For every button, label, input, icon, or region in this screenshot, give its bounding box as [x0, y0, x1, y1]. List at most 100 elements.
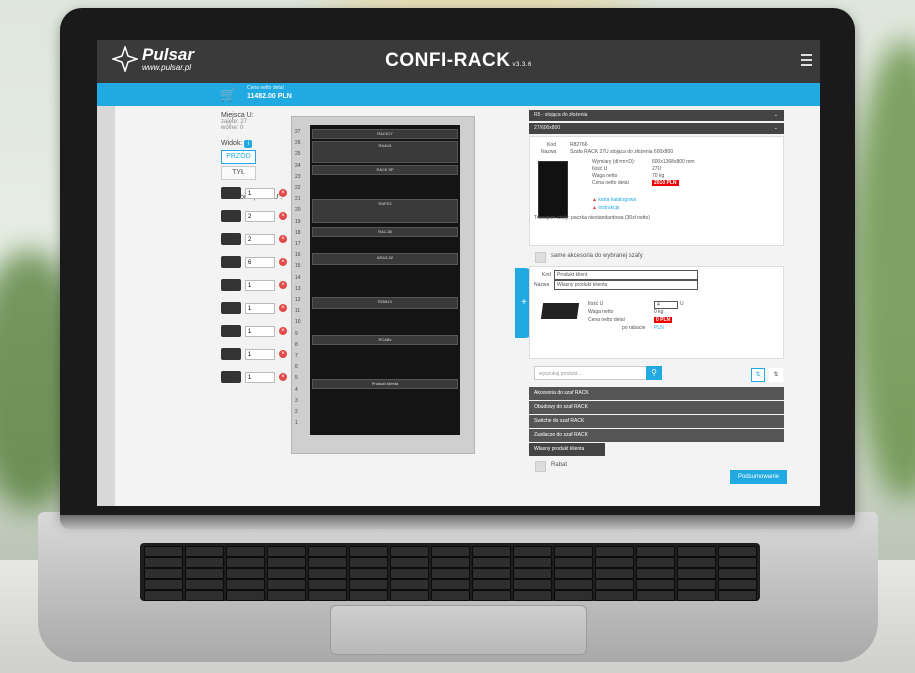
keyboard-key [267, 579, 306, 590]
view-front-button[interactable]: PRZÓD [221, 150, 256, 164]
keyboard-key [595, 557, 634, 568]
remove-icon[interactable]: × [279, 235, 287, 243]
custom-nazwa-label: Nazwa [534, 282, 550, 288]
rack-device[interactable]: R2MUX [312, 297, 458, 309]
sort-desc-button[interactable]: ⇅ [769, 368, 783, 382]
keyboard-key [267, 546, 306, 557]
accessory-qty-input[interactable]: 1 [245, 187, 275, 199]
app-title-text: CONFI-RACK [385, 50, 511, 71]
unit-number: 9 [295, 330, 298, 337]
unit-number: 26 [295, 140, 301, 147]
rack-device[interactable]: RACK 5P [312, 165, 458, 175]
keyboard-key [595, 590, 634, 601]
only-accessories-checkbox[interactable] [535, 252, 546, 263]
keyboard-key [308, 557, 347, 568]
rack-device[interactable]: RCABv [312, 335, 458, 345]
custom-spec-value: 0 PLN [654, 317, 673, 323]
rack-device[interactable]: RA1-38 [312, 227, 458, 237]
rack-device[interactable]: RAPZ3 [312, 199, 458, 223]
view-back-button[interactable]: TYŁ [221, 166, 256, 180]
accessory-qty-input[interactable]: 1 [245, 348, 275, 360]
remove-icon[interactable]: × [279, 212, 287, 220]
keyboard-key [554, 557, 593, 568]
keyboard-key [390, 579, 429, 590]
background-foliage-right [850, 40, 915, 500]
spec-value: 27U [652, 166, 662, 172]
keyboard-key [390, 590, 429, 601]
keyboard-key [431, 590, 470, 601]
custom-kod-input[interactable]: Produkt klient [554, 270, 698, 280]
rack-device[interactable]: Produkt klienta [312, 379, 458, 389]
own-product-tab[interactable]: Własny produkt klienta [529, 443, 605, 456]
keyboard-key [349, 557, 388, 568]
unit-number: 19 [295, 218, 301, 225]
remove-icon[interactable]: × [279, 373, 287, 381]
accessory-qty-input[interactable]: 6 [245, 256, 275, 268]
link-karta-katalogowa[interactable]: ▲ karta katalogowa [592, 197, 636, 203]
accessory-qty-input[interactable]: 1 [245, 302, 275, 314]
keyboard-key [554, 568, 593, 579]
rack-device-label: RACK 5P [376, 167, 394, 172]
unit-number: 13 [295, 285, 301, 292]
link-instrukcja[interactable]: ▲ instrukcja [592, 205, 619, 211]
unit-number: 23 [295, 173, 301, 180]
category-item[interactable]: Akcesoria do szaf RACK [529, 387, 784, 400]
remove-icon[interactable]: × [279, 258, 287, 266]
keyboard-key [718, 579, 757, 590]
hamburger-menu-icon[interactable] [801, 54, 812, 69]
chevron-down-icon: ⌄ [773, 112, 778, 118]
keyboard-key [595, 579, 634, 590]
remove-icon[interactable]: × [279, 189, 287, 197]
remove-icon[interactable]: × [279, 281, 287, 289]
search-icon[interactable]: ⚲ [646, 366, 662, 380]
keyboard-key [349, 590, 388, 601]
summary-button[interactable]: Podsumowanie [730, 470, 787, 484]
keyboard-key [677, 546, 716, 557]
accessory-qty-input[interactable]: 2 [245, 233, 275, 245]
accessory-qty-input[interactable]: 1 [245, 371, 275, 383]
unit-number: 2 [295, 409, 298, 415]
custom-spec-label: Ilość U [588, 301, 604, 307]
custom-nazwa-input[interactable]: Własny produkt klienta [554, 280, 698, 290]
custom-kod-label: Kod [542, 272, 551, 278]
keyboard-key [308, 590, 347, 601]
rack-device[interactable]: RA4U5 [312, 141, 458, 163]
keyboard-key [431, 568, 470, 579]
rack-device-label: RACK27 [377, 131, 393, 136]
view-label: Widok: [221, 140, 243, 147]
remove-icon[interactable]: × [279, 350, 287, 358]
rack-type-select[interactable]: R5 - stojąca do złożenia ⌄ [529, 110, 784, 121]
unit-number: 3 [295, 397, 298, 404]
remove-icon[interactable]: × [279, 304, 287, 312]
pdf-icon: ▲ [592, 197, 597, 203]
rack-view[interactable]: 27 26 25 24 23 22 21 20 19 18 17 16 15 14 13 12 11 10 9 8 7 6… [291, 116, 475, 454]
cart-icon[interactable]: 🛒 [220, 87, 236, 103]
keyboard-key [431, 579, 470, 590]
search-input[interactable]: wyszukaj produkt... [534, 366, 654, 380]
category-item[interactable]: Zasilacze do szaf RACK [529, 429, 784, 442]
accessory-qty-input[interactable]: 2 [245, 210, 275, 222]
keyboard-key [226, 546, 265, 557]
remove-icon[interactable]: × [279, 327, 287, 335]
keyboard-key [718, 557, 757, 568]
rack-device[interactable]: ARA3-32 [312, 253, 458, 265]
app-header: Pulsar www.pulsar.pl CONFI-RACK v3.3.6 [97, 40, 820, 83]
custom-u-input[interactable]: 4 [654, 301, 678, 309]
only-accessories-label: same akcesoria do wybranej szafy [551, 253, 643, 259]
rabat-checkbox[interactable] [535, 461, 546, 472]
sort-button[interactable]: ⇅ [751, 368, 765, 382]
keyboard-key [554, 590, 593, 601]
rack-device-label: Produkt klienta [371, 381, 399, 386]
keyboard-key [226, 568, 265, 579]
spec-value: 2010 PLN [652, 180, 679, 186]
rack-size-select[interactable]: 27/600x800 ⌄ [529, 123, 784, 134]
rack-device[interactable]: RACK27 [312, 129, 458, 139]
category-item[interactable]: Obudowy do szaf RACK [529, 401, 784, 414]
u-title: Miejsca U: [221, 112, 254, 119]
accessory-qty-input[interactable]: 1 [245, 279, 275, 291]
accessory-image [221, 233, 241, 245]
info-icon[interactable]: i [244, 140, 253, 148]
accessory-image [221, 279, 241, 291]
category-item[interactable]: Switche do szaf RACK [529, 415, 784, 428]
accessory-qty-input[interactable]: 1 [245, 325, 275, 337]
